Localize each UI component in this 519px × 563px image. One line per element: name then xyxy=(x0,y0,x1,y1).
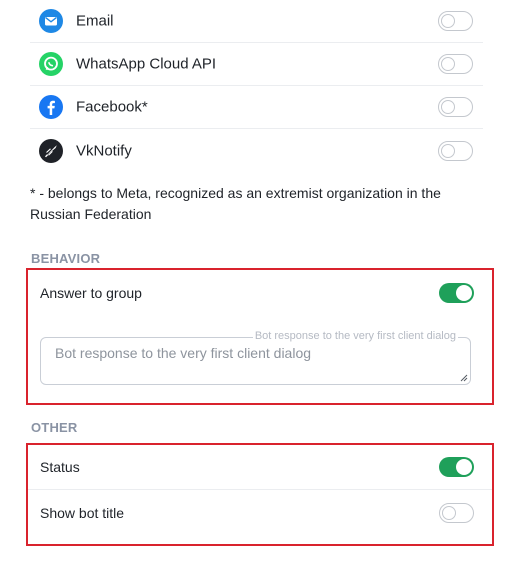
show-bot-title-row: Show bot title xyxy=(28,490,492,535)
behavior-section-title: BEHAVIOR xyxy=(31,251,101,266)
channel-list: Email WhatsApp Cloud API Facebook* VkNot… xyxy=(30,0,483,172)
bot-response-textarea[interactable] xyxy=(41,338,470,384)
status-toggle[interactable] xyxy=(439,457,474,477)
channel-row-facebook: Facebook* xyxy=(30,86,483,129)
whatsapp-icon xyxy=(39,52,63,76)
answer-to-group-row: Answer to group xyxy=(28,270,492,315)
vknotify-toggle[interactable] xyxy=(438,140,473,161)
channel-row-email: Email xyxy=(30,0,483,43)
meta-footnote: * - belongs to Meta, recognized as an ex… xyxy=(30,185,441,222)
other-section-title: OTHER xyxy=(31,420,78,435)
email-icon xyxy=(39,9,63,33)
facebook-icon xyxy=(39,95,63,119)
channel-row-vknotify: VkNotify xyxy=(30,129,483,172)
channel-label-email: Email xyxy=(76,12,114,30)
show-bot-title-label: Show bot title xyxy=(40,504,125,521)
bot-response-floating-label: Bot response to the very first client di… xyxy=(252,330,458,342)
channel-row-whatsapp: WhatsApp Cloud API xyxy=(30,43,483,86)
vknotify-icon xyxy=(39,138,63,163)
whatsapp-toggle[interactable] xyxy=(438,54,473,74)
resize-grip-icon[interactable] xyxy=(460,374,468,382)
facebook-toggle[interactable] xyxy=(438,97,473,117)
other-settings-box: Status Show bot title xyxy=(26,443,494,546)
channel-label-whatsapp: WhatsApp Cloud API xyxy=(76,55,217,73)
answer-to-group-label: Answer to group xyxy=(40,284,142,301)
status-row: Status xyxy=(28,445,492,490)
email-toggle[interactable] xyxy=(438,11,473,31)
channel-label-vknotify: VkNotify xyxy=(76,142,132,159)
status-label: Status xyxy=(40,459,80,475)
bot-response-field: Bot response to the very first client di… xyxy=(40,330,471,385)
answer-to-group-toggle[interactable] xyxy=(439,282,474,303)
channel-label-facebook: Facebook* xyxy=(76,98,148,116)
behavior-settings-box: Answer to group Bot response to the very… xyxy=(26,268,494,405)
show-bot-title-toggle[interactable] xyxy=(439,502,474,523)
